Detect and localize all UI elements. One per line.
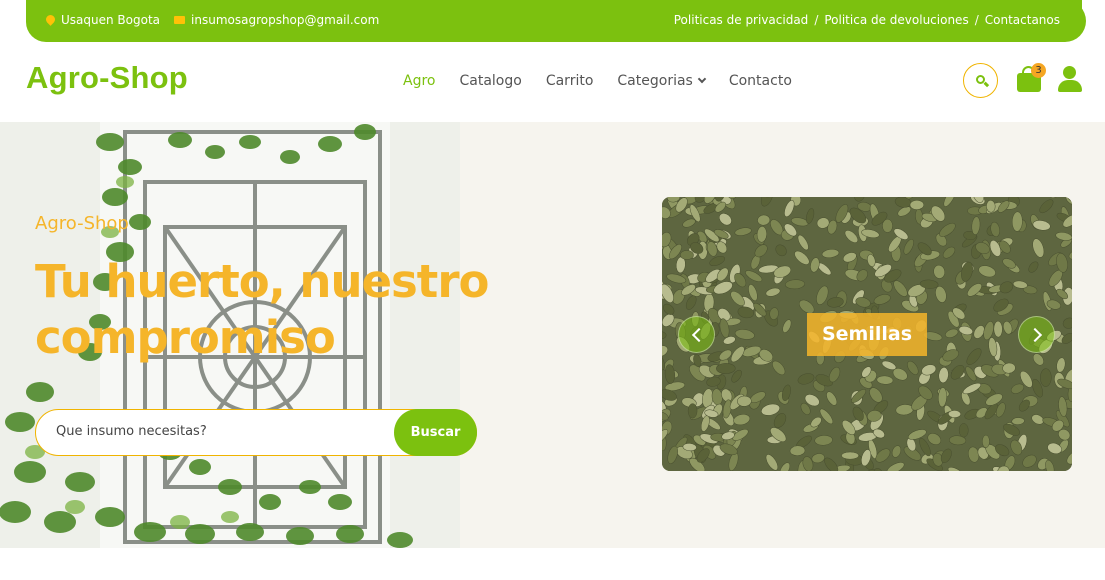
nav-item-categorias[interactable]: Categorias xyxy=(617,73,707,89)
location-item: Usaquen Bogota xyxy=(46,13,160,27)
buscar-button[interactable]: Buscar xyxy=(394,409,477,456)
product-carousel: Semillas xyxy=(662,197,1072,471)
hero-title: Tu huerto, nuestro compromiso xyxy=(35,255,489,364)
link-separator: / xyxy=(974,13,979,27)
main-header: Agro-Shop Agro Catalogo Carrito Categori… xyxy=(0,42,1105,122)
hero-eyebrow: Agro-Shop xyxy=(35,213,129,234)
policy-links: Politicas de privacidad / Politica de de… xyxy=(674,13,1060,27)
chevron-right-icon xyxy=(1027,327,1043,343)
top-info-bar: Usaquen Bogota insumosagropshop@gmail.co… xyxy=(26,0,1086,42)
carousel-next-button[interactable] xyxy=(1018,316,1055,353)
map-pin-icon xyxy=(46,15,55,26)
hero-search-form: Buscar xyxy=(35,409,477,456)
contact-us-link[interactable]: Contactanos xyxy=(985,13,1060,27)
returns-policy-link[interactable]: Politica de devoluciones xyxy=(824,13,968,27)
site-logo[interactable]: Agro-Shop xyxy=(26,60,188,96)
top-bar-cap xyxy=(1056,0,1086,42)
location-text: Usaquen Bogota xyxy=(61,13,161,27)
carousel-prev-button[interactable] xyxy=(678,316,715,353)
contact-info: Usaquen Bogota insumosagropshop@gmail.co… xyxy=(46,13,379,27)
email-text[interactable]: insumosagropshop@gmail.com xyxy=(191,13,379,27)
chevron-left-icon xyxy=(691,327,707,343)
main-nav: Agro Catalogo Carrito Categorias Contact… xyxy=(403,73,792,89)
nav-item-carrito[interactable]: Carrito xyxy=(546,73,594,89)
envelope-icon xyxy=(174,16,186,24)
privacy-policy-link[interactable]: Politicas de privacidad xyxy=(674,13,809,27)
hero-search-input[interactable] xyxy=(56,424,386,439)
nav-item-catalogo[interactable]: Catalogo xyxy=(459,73,521,89)
user-icon-head xyxy=(1063,66,1076,79)
cart-count-badge: 3 xyxy=(1031,63,1046,78)
chevron-down-icon xyxy=(697,74,707,84)
user-icon xyxy=(1058,80,1082,92)
hero-section: Agro-Shop Tu huerto, nuestro compromiso … xyxy=(0,122,1105,548)
search-button[interactable] xyxy=(963,63,998,98)
email-item: insumosagropshop@gmail.com xyxy=(174,13,379,27)
link-separator: / xyxy=(814,13,819,27)
nav-item-agro[interactable]: Agro xyxy=(403,73,435,89)
slide-label[interactable]: Semillas xyxy=(807,313,927,356)
nav-item-contacto[interactable]: Contacto xyxy=(729,73,792,89)
nav-item-categorias-label: Categorias xyxy=(617,73,693,89)
search-icon-handle xyxy=(983,81,990,87)
